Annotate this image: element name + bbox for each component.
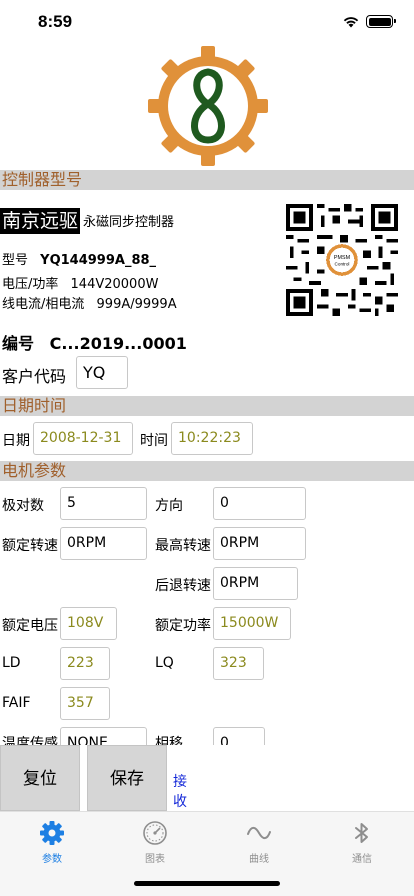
rated-speed-field[interactable]: 0RPM [60,527,147,560]
wave-icon [247,826,271,840]
model-label: 型号 [2,253,29,268]
home-indicator [134,881,280,886]
section-controller-model: 控制器型号 [0,170,414,190]
battery-icon [366,15,396,28]
ld-field[interactable]: 223 [60,647,110,680]
date-label: 日期 [2,433,30,449]
tab-curves[interactable]: 曲线 [219,820,299,865]
tab-params-label: 参数 [42,854,62,865]
tab-comm[interactable]: 通信 [322,820,402,865]
save-button[interactable]: 保存 [87,745,167,811]
qr-code: PMSM Control [286,204,398,316]
faif-label: FAIF [2,695,31,711]
brand-logo [148,46,268,166]
reverse-speed-field[interactable]: 0RPM [213,567,298,600]
lq-field[interactable]: 323 [213,647,264,680]
lq-label: LQ [155,655,174,671]
customer-code-field[interactable]: YQ [76,356,128,389]
max-speed-label: 最高转速 [155,538,211,554]
tab-charts-label: 图表 [145,854,165,865]
tab-charts[interactable]: 图表 [115,820,195,865]
voltage-label: 电压/功率 [2,277,59,292]
tab-curves-label: 曲线 [249,854,269,865]
rated-power-field[interactable]: 15000W [213,607,291,640]
serial-row: 编号 C...2019...0001 [2,330,187,354]
customer-code-label: 客户代码 [2,367,67,386]
faif-field[interactable]: 357 [60,687,110,720]
rated-voltage-field[interactable]: 108V [60,607,117,640]
current-label: 线电流/相电流 [2,297,85,312]
current-value: 999A/9999A [96,297,177,312]
bluetooth-icon [355,823,368,843]
ld-label: LD [2,655,21,671]
serial-value: C...2019...0001 [49,334,187,353]
current-row: 线电流/相电流 999A/9999A [2,293,177,312]
gear-icon [40,821,64,845]
gauge-icon [143,821,167,845]
time-label: 时间 [140,433,168,449]
rated-power-label: 额定功率 [155,618,211,634]
section-date-time: 日期时间 [0,396,414,416]
direction-field[interactable]: 0 [213,487,306,520]
rated-speed-label: 额定转速 [2,538,58,554]
status-time: 8:59 [38,12,73,31]
pole-pairs-field[interactable]: 5 [60,487,147,520]
rated-voltage-label: 额定电压 [2,618,58,634]
section-motor-params: 电机参数 [0,461,414,481]
date-field[interactable]: 2008-12-31 [33,422,133,455]
serial-label: 编号 [2,334,35,353]
tab-comm-label: 通信 [352,854,372,865]
pole-pairs-label: 极对数 [2,498,44,514]
wifi-icon [343,17,359,28]
model-row: 型号 YQ144999A_88_ [2,249,156,268]
model-value: YQ144999A_88_ [40,253,157,268]
qr-badge-line1: PMSM [334,255,351,261]
tab-params[interactable]: 参数 [12,820,92,865]
reset-button[interactable]: 复位 [0,745,80,811]
direction-label: 方向 [155,498,183,514]
status-bar: 8:59 [0,0,414,44]
brand-subtitle: 永磁同步控制器 [83,215,175,230]
voltage-value: 144V20000W [70,277,159,292]
brand-name: 南京远驱 [0,208,81,234]
reverse-speed-label: 后退转速 [155,578,211,594]
max-speed-field[interactable]: 0RPM [213,527,306,560]
qr-badge-line2: Control [335,261,350,266]
voltage-row: 电压/功率 144V20000W [2,273,158,292]
time-field[interactable]: 10:22:23 [171,422,253,455]
